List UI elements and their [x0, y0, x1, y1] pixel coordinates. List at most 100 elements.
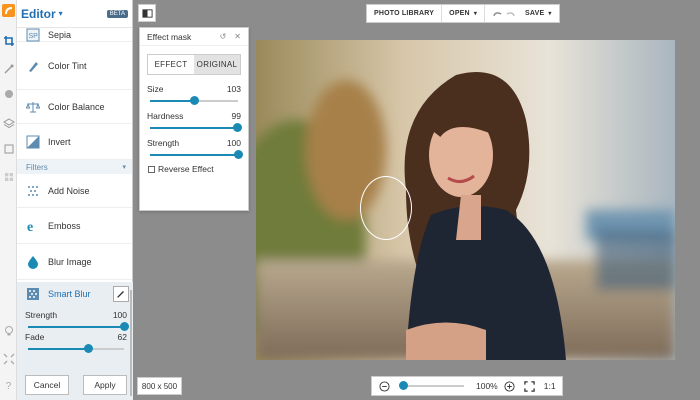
magic-wand-icon[interactable]: [2, 62, 15, 75]
top-toolbar: PHOTO LIBRARY OPEN ▾ SAVE ▾: [366, 4, 560, 23]
invert-icon: [26, 135, 40, 149]
cancel-button[interactable]: Cancel: [25, 375, 69, 395]
smart-blur-strength-slider: Strength 100: [17, 310, 133, 331]
brush-pencil-button[interactable]: [113, 286, 129, 302]
filter-item-add-noise[interactable]: Add Noise: [17, 174, 132, 208]
effect-item-invert[interactable]: Invert: [17, 124, 132, 160]
filter-item-blur-image[interactable]: Blur Image: [17, 244, 132, 280]
open-button[interactable]: OPEN ▾: [442, 5, 486, 22]
effect-mask-dialog: Effect mask ↺ ✕ EFFECT ORIGINAL Size 103…: [139, 27, 249, 211]
effect-label: Blur Image: [48, 256, 92, 267]
beta-badge: BETA: [106, 9, 128, 18]
section-label: Filters: [26, 162, 48, 172]
slider-label: Strength: [147, 138, 180, 148]
slider-value: 62: [117, 332, 127, 342]
zoom-level: 100%: [476, 381, 498, 391]
brush-cursor: [360, 176, 412, 240]
redo-icon: [506, 11, 515, 16]
slider-fill: [150, 127, 238, 129]
svg-text:e: e: [27, 220, 33, 233]
slider-knob[interactable]: [190, 96, 199, 105]
noise-icon: [26, 184, 40, 198]
emboss-icon: e: [26, 219, 40, 233]
dialog-title: Effect mask: [147, 31, 192, 42]
filter-item-emboss[interactable]: e Emboss: [17, 208, 132, 244]
reverse-effect-option[interactable]: Reverse Effect: [140, 164, 248, 174]
chevron-down-icon: ▾: [548, 11, 552, 17]
slider-label: Size: [147, 84, 164, 94]
effect-item-sepia[interactable]: SP Sepia: [17, 28, 132, 42]
zoom-slider-knob[interactable]: [399, 381, 409, 390]
zoom-out-icon[interactable]: [378, 380, 390, 392]
compare-button[interactable]: [138, 4, 156, 22]
tab-effect[interactable]: EFFECT: [148, 55, 194, 74]
app-logo-icon[interactable]: [2, 4, 15, 17]
lightbulb-icon[interactable]: [2, 324, 15, 337]
slider-knob[interactable]: [120, 322, 129, 331]
pencil-icon: [117, 291, 124, 298]
reverse-effect-checkbox[interactable]: [148, 165, 155, 173]
photo-library-button[interactable]: PHOTO LIBRARY: [367, 5, 443, 22]
effect-item-color-tint[interactable]: Color Tint: [17, 42, 132, 90]
frame-icon[interactable]: [2, 142, 15, 155]
panel-scrollbar[interactable]: [130, 290, 132, 396]
photo-canvas[interactable]: [256, 40, 675, 360]
drop-icon: [26, 255, 40, 269]
filter-item-smart-blur[interactable]: Smart Blur: [17, 282, 133, 306]
slider-knob[interactable]: [234, 150, 243, 159]
close-icon[interactable]: ✕: [234, 32, 241, 41]
reset-icon[interactable]: ↺: [220, 32, 227, 41]
panel-title[interactable]: Editor: [21, 7, 56, 21]
compare-icon: [141, 8, 153, 18]
smart-blur-fade-slider: Fade 62: [17, 332, 133, 353]
mask-hardness-slider: Hardness 99: [140, 111, 248, 132]
slider-knob[interactable]: [83, 344, 93, 353]
undo-icon: [493, 11, 502, 16]
chevron-down-icon[interactable]: ▾: [122, 163, 126, 171]
zoom-in-icon[interactable]: [504, 380, 516, 392]
save-label: SAVE: [525, 10, 545, 17]
slider-value: 103: [226, 84, 241, 94]
slider-track[interactable]: [150, 123, 243, 132]
help-icon[interactable]: ?: [2, 380, 15, 393]
slider-label: Hardness: [147, 111, 184, 121]
slider-knob[interactable]: [233, 123, 243, 132]
effect-label: Smart Blur: [48, 289, 91, 299]
slider-track[interactable]: [150, 150, 243, 159]
slider-track[interactable]: [28, 322, 129, 331]
mask-mode-toggle: EFFECT ORIGINAL: [147, 54, 241, 75]
zoom-slider[interactable]: [399, 381, 464, 390]
mask-strength-slider: Strength 100: [140, 138, 248, 159]
slider-track[interactable]: [150, 96, 238, 105]
redo-button[interactable]: [505, 5, 518, 22]
color-tint-icon: [26, 59, 40, 73]
filters-section-header[interactable]: Filters ▾: [17, 160, 132, 174]
effect-label: Color Tint: [48, 60, 87, 71]
slider-label: Strength: [25, 310, 58, 320]
slider-value: 99: [231, 111, 241, 121]
mask-size-slider: Size 103: [140, 84, 248, 105]
slider-fill: [28, 348, 88, 350]
crop-icon[interactable]: [2, 34, 15, 47]
apply-button[interactable]: Apply: [83, 375, 127, 395]
slider-track[interactable]: [28, 344, 124, 353]
image-dimensions: 800 x 500: [137, 377, 182, 395]
expand-arrows-icon[interactable]: [2, 352, 15, 365]
portrait-icon[interactable]: [2, 88, 15, 101]
smart-blur-settings: Smart Blur Strength 100 Fade 62 Cancel A…: [17, 282, 133, 400]
save-button[interactable]: SAVE ▾: [518, 5, 559, 22]
tab-original[interactable]: ORIGINAL: [194, 55, 240, 74]
layers-icon[interactable]: [2, 116, 15, 129]
chevron-down-icon[interactable]: ▾: [59, 9, 63, 18]
undo-button[interactable]: [485, 5, 505, 22]
sepia-icon: SP: [26, 28, 40, 42]
portrait-photo: [256, 40, 675, 360]
fit-screen-icon[interactable]: [524, 380, 536, 392]
actual-size-button[interactable]: 1:1: [544, 381, 556, 391]
texture-icon[interactable]: [2, 170, 15, 183]
slider-fill: [150, 154, 238, 156]
slider-value: 100: [226, 138, 241, 148]
checkbox-label: Reverse Effect: [158, 164, 214, 174]
slider-fill: [28, 326, 124, 328]
effect-item-color-balance[interactable]: Color Balance: [17, 90, 132, 124]
